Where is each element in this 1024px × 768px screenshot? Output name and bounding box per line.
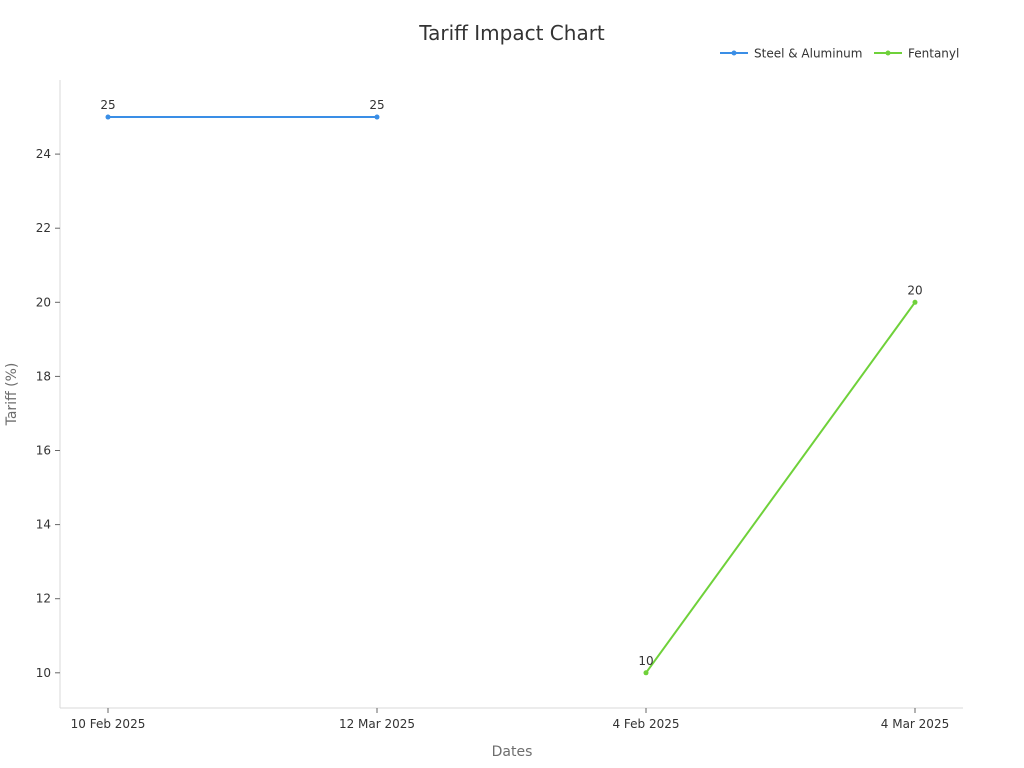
x-axis-label: Dates: [492, 744, 533, 760]
legend-item-steel-aluminum: Steel & Aluminum: [720, 47, 862, 61]
y-tick-label: 18: [36, 369, 51, 383]
x-axis-ticks: 10 Feb 2025 12 Mar 2025 4 Feb 2025 4 Mar 20…: [71, 708, 949, 731]
y-tick-label: 20: [36, 295, 51, 309]
legend-item-fentanyl: Fentanyl: [874, 47, 959, 61]
data-point-fentanyl: [643, 670, 649, 676]
y-tick-label: 24: [36, 147, 51, 161]
data-label-steel-aluminum: 25: [100, 98, 115, 112]
data-point-steel-aluminum: [105, 114, 111, 120]
series-steel-aluminum: 25 25: [100, 98, 385, 120]
legend-marker-fentanyl: [885, 50, 891, 56]
y-tick-label: 12: [36, 592, 51, 606]
x-tick-label: 4 Feb 2025: [612, 717, 679, 731]
data-label-fentanyl: 20: [907, 283, 922, 297]
legend: Steel & Aluminum Fentanyl: [720, 47, 959, 61]
x-tick-label: 10 Feb 2025: [71, 717, 146, 731]
y-tick-label: 22: [36, 221, 51, 235]
y-axis-ticks: 10 12 14 16 18 20 22 24: [36, 147, 60, 680]
line-chart: Tariff Impact Chart Steel & Aluminum Fent…: [4, 21, 963, 760]
y-tick-label: 14: [36, 518, 51, 532]
chart-container: Tariff Impact Chart Steel & Aluminum Fent…: [0, 0, 1024, 768]
legend-label-fentanyl: Fentanyl: [908, 47, 959, 61]
x-tick-label: 4 Mar 2025: [881, 717, 949, 731]
y-tick-label: 16: [36, 444, 51, 458]
series-layer: 25 25 10 20: [100, 98, 923, 676]
legend-marker-steel-aluminum: [731, 50, 737, 56]
data-point-steel-aluminum: [374, 114, 380, 120]
y-tick-label: 10: [36, 666, 51, 680]
legend-label-steel-aluminum: Steel & Aluminum: [754, 47, 862, 61]
x-tick-label: 12 Mar 2025: [339, 717, 415, 731]
data-point-fentanyl: [912, 299, 918, 305]
chart-title: Tariff Impact Chart: [418, 21, 605, 45]
data-label-fentanyl: 10: [638, 654, 653, 668]
y-axis-label: Tariff (%): [4, 363, 20, 427]
data-label-steel-aluminum: 25: [369, 98, 384, 112]
series-line-fentanyl: [645, 301, 916, 674]
series-fentanyl: 10 20: [638, 283, 923, 676]
